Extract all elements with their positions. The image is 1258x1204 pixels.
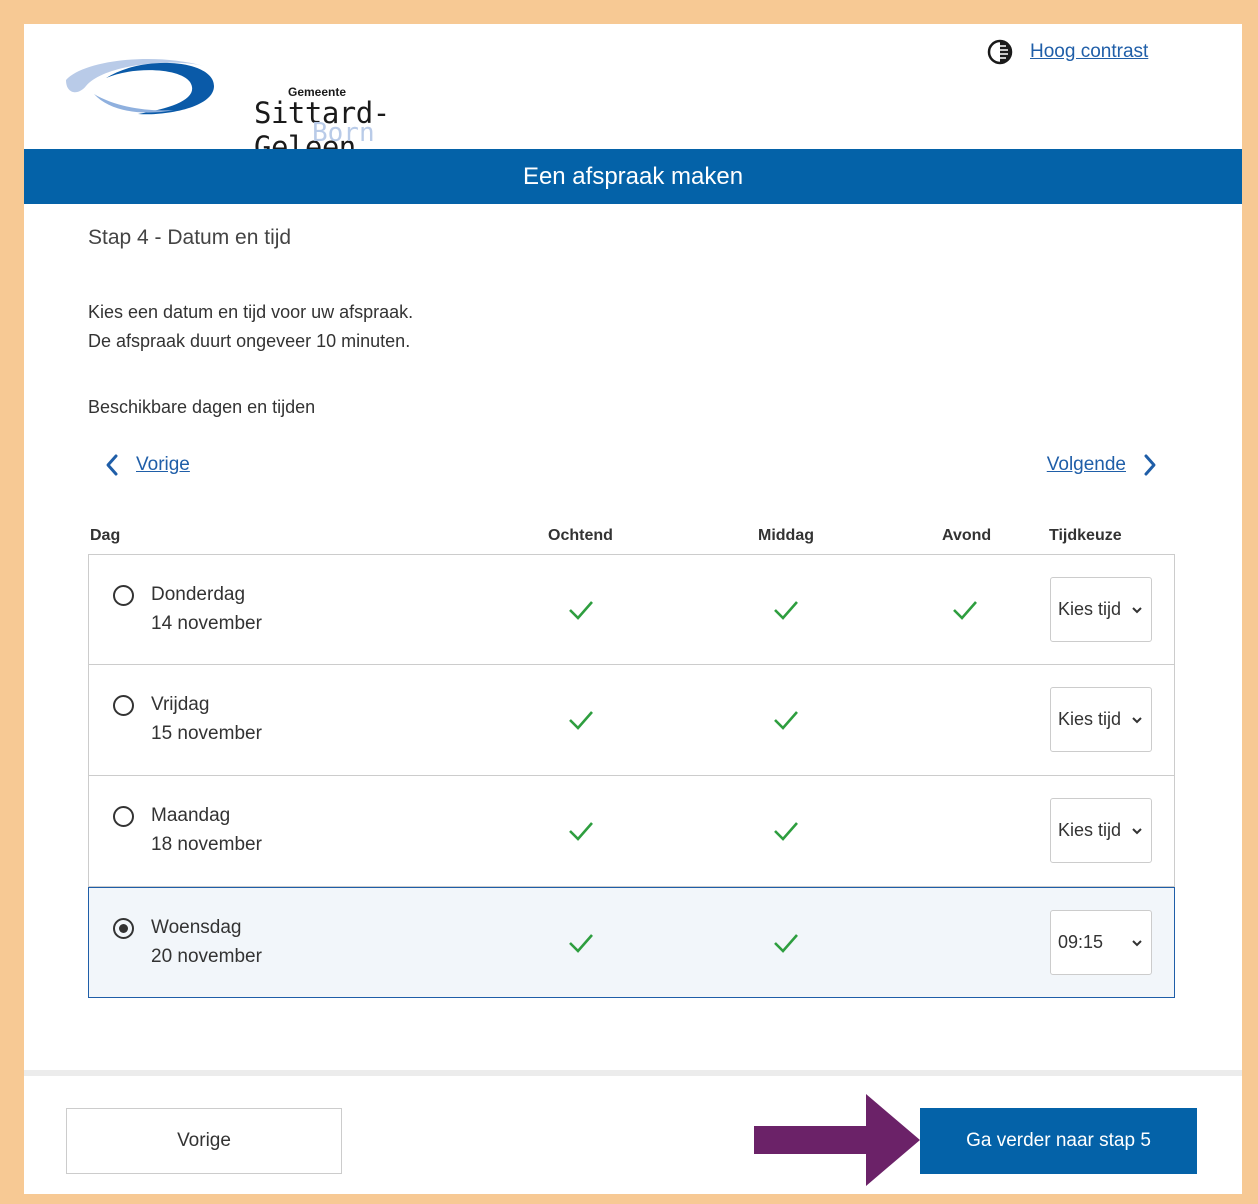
day-date: 18 november <box>151 834 262 855</box>
intro-text: Kies een datum en tijd voor uw afspraak.… <box>88 298 413 356</box>
site-header: Gemeente Sittard-Geleen Born Hoog contra… <box>24 24 1242 164</box>
time-select-value: 09:15 <box>1058 932 1104 952</box>
time-select[interactable]: Kies tijd <box>1050 798 1152 863</box>
morning-check-icon <box>569 601 593 620</box>
chevron-down-icon <box>1132 717 1142 724</box>
day-date: 14 november <box>151 613 262 634</box>
logo-sub-text: Born <box>312 118 375 148</box>
next-week-nav[interactable]: Volgende <box>1047 453 1158 477</box>
table-row[interactable]: Vrijdag 15 november Kies tijd <box>88 665 1175 776</box>
logo-swoosh-icon <box>66 58 214 115</box>
day-radio[interactable] <box>113 585 134 606</box>
intro-line-1: Kies een datum en tijd voor uw afspraak. <box>88 302 414 322</box>
table-row[interactable]: Maandag 18 november Kies tijd <box>88 776 1175 887</box>
time-select[interactable]: 09:15 <box>1050 910 1152 975</box>
next-week-link[interactable]: Volgende <box>1047 454 1126 476</box>
day-date: 20 november <box>151 946 262 967</box>
column-header-day: Dag <box>90 527 121 544</box>
morning-check-icon <box>569 934 593 953</box>
availability-label: Beschikbare dagen en tijden <box>88 397 316 417</box>
chevron-down-icon <box>1132 940 1142 947</box>
table-row-selected[interactable]: Woensdag 20 november 09:15 <box>88 887 1175 998</box>
next-step-button[interactable]: Ga verder naar stap 5 <box>920 1108 1197 1174</box>
day-name: Maandag <box>151 805 231 826</box>
evening-check-icon <box>953 601 977 620</box>
morning-check-icon <box>569 711 593 730</box>
day-name: Donderdag <box>151 584 246 605</box>
day-radio[interactable] <box>113 695 134 716</box>
day-radio[interactable] <box>113 806 134 827</box>
step-title: Stap 4 - Datum en tijd <box>88 226 292 249</box>
time-select[interactable]: Kies tijd <box>1050 687 1152 752</box>
chevron-down-icon <box>1132 828 1142 835</box>
previous-week-nav[interactable]: Vorige <box>104 453 190 477</box>
morning-check-icon <box>569 822 593 841</box>
time-select-value: Kies tijd <box>1058 599 1122 619</box>
afternoon-check-icon <box>774 601 798 620</box>
afternoon-check-icon <box>774 822 798 841</box>
day-name: Vrijdag <box>151 694 210 715</box>
high-contrast-link[interactable]: Hoog contrast <box>1030 41 1148 63</box>
day-name: Woensdag <box>151 917 242 938</box>
column-header-time: Tijdkeuze <box>1049 527 1122 544</box>
afternoon-check-icon <box>774 934 798 953</box>
table-row[interactable]: Donderdag 14 november Kies tijd <box>88 554 1175 665</box>
previous-step-button[interactable]: Vorige <box>66 1108 342 1174</box>
availability-table: Donderdag 14 november Kies tijd Vrijdag … <box>88 554 1175 998</box>
day-radio-checked[interactable] <box>113 918 134 939</box>
time-select-value: Kies tijd <box>1058 709 1122 729</box>
time-select[interactable]: Kies tijd <box>1050 577 1152 642</box>
column-header-afternoon: Middag <box>758 527 814 544</box>
intro-line-2: De afspraak duurt ongeveer 10 minuten. <box>88 331 411 351</box>
previous-week-link[interactable]: Vorige <box>136 454 190 476</box>
chevron-left-icon <box>106 454 118 476</box>
chevron-right-icon <box>1144 454 1156 476</box>
arrow-right-icon <box>754 1094 920 1186</box>
column-header-evening: Avond <box>942 527 992 544</box>
logo[interactable]: Gemeente Sittard-Geleen Born <box>64 50 444 164</box>
day-date: 15 november <box>151 723 262 744</box>
time-select-value: Kies tijd <box>1058 820 1122 840</box>
column-header-morning: Ochtend <box>548 527 613 544</box>
chevron-down-icon <box>1132 607 1142 614</box>
footer-divider <box>24 1070 1242 1076</box>
contrast-icon <box>987 39 1013 65</box>
afternoon-check-icon <box>774 711 798 730</box>
high-contrast-toggle[interactable]: Hoog contrast <box>986 38 1148 66</box>
page-frame: Gemeente Sittard-Geleen Born Hoog contra… <box>24 24 1242 1194</box>
page-banner: Een afspraak maken <box>24 149 1242 204</box>
